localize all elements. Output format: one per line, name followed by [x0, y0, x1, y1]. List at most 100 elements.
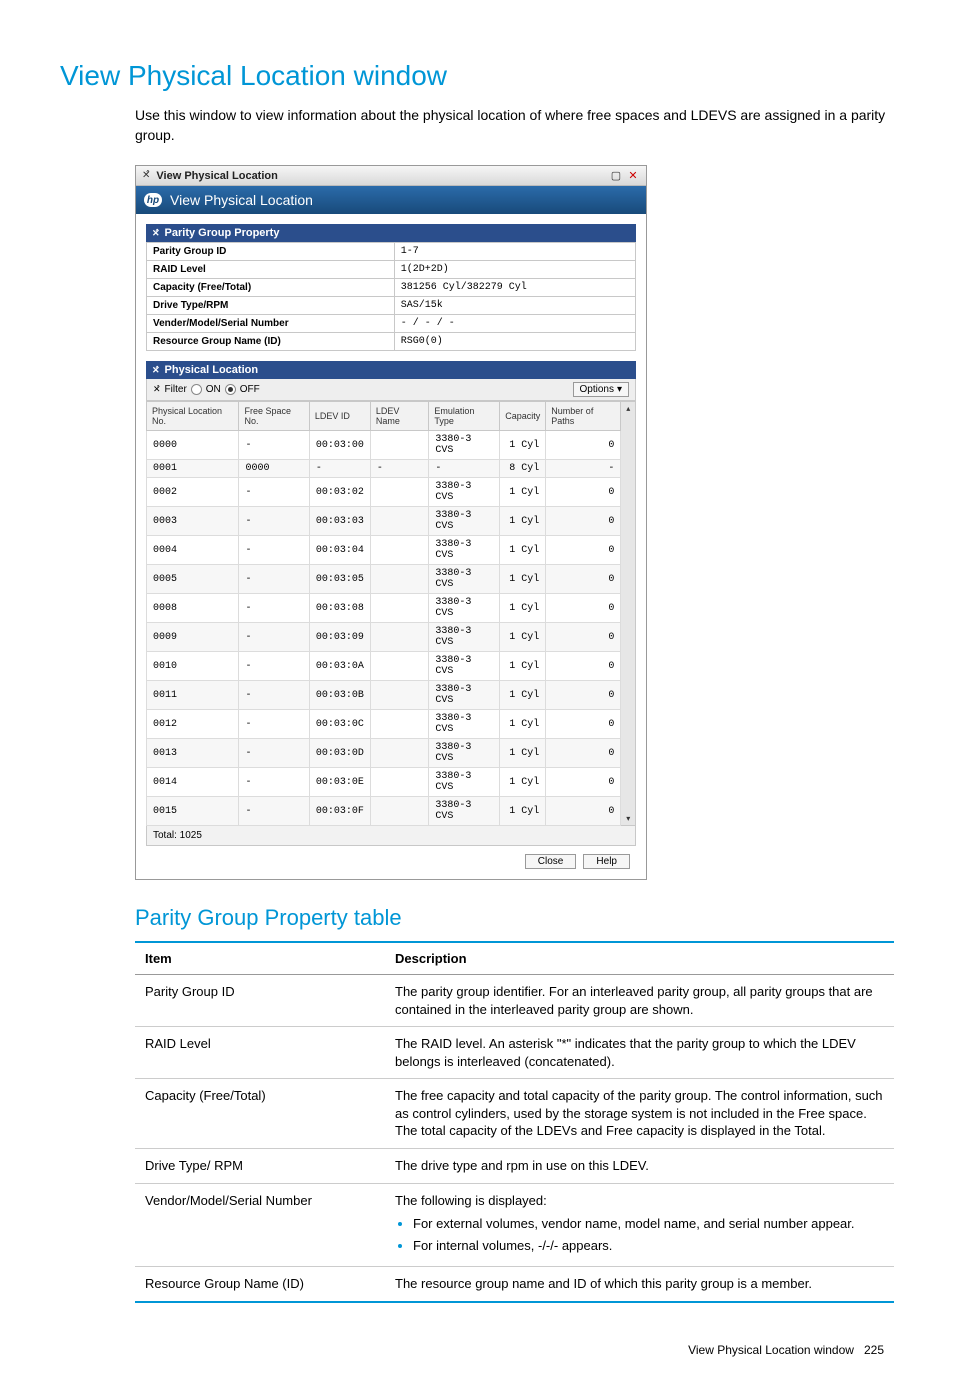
- cell-paths: 0: [546, 623, 621, 652]
- window-banner: hp View Physical Location: [136, 186, 646, 214]
- col-cap[interactable]: Capacity: [500, 402, 546, 431]
- page-footer: View Physical Location window 225: [60, 1343, 894, 1357]
- kv-row: Drive Type/RPMSAS/15k: [147, 297, 636, 315]
- cell-paths: 0: [546, 565, 621, 594]
- cell-cap: 1 Cyl: [500, 681, 546, 710]
- collapse-icon[interactable]: ✕̂: [153, 384, 161, 395]
- cell-paths: 0: [546, 797, 621, 826]
- cell-cap: 1 Cyl: [500, 507, 546, 536]
- cell-paths: 0: [546, 478, 621, 507]
- desc-item: Vendor/Model/Serial Number: [135, 1183, 385, 1267]
- cell-phys: 0004: [147, 536, 239, 565]
- desc-text: The RAID level. An asterisk "*" indicate…: [385, 1027, 894, 1079]
- cell-paths: 0: [546, 710, 621, 739]
- close-icon[interactable]: ✕: [626, 169, 640, 182]
- col-ldev[interactable]: LDEV ID: [309, 402, 370, 431]
- col-paths[interactable]: Number of Paths: [546, 402, 621, 431]
- cell-ldev: 00:03:03: [309, 507, 370, 536]
- kv-value: 381256 Cyl/382279 Cyl: [394, 279, 635, 297]
- kv-value: 1(2D+2D): [394, 261, 635, 279]
- col-description: Description: [385, 942, 894, 975]
- kv-row: Parity Group ID1-7: [147, 243, 636, 261]
- filter-bar: ✕̂ Filter ON OFF Options ▾: [146, 379, 636, 401]
- cell-phys: 0013: [147, 739, 239, 768]
- table-row[interactable]: 0003-00:03:033380-3 CVS1 Cyl0: [147, 507, 621, 536]
- collapse-icon[interactable]: ✕̂: [142, 170, 150, 181]
- cell-cap: 1 Cyl: [500, 536, 546, 565]
- desc-row: RAID LevelThe RAID level. An asterisk "*…: [135, 1027, 894, 1079]
- vertical-scrollbar[interactable]: ▴ ▾: [621, 401, 636, 826]
- cell-cap: 1 Cyl: [500, 739, 546, 768]
- table-row[interactable]: 00010000---8 Cyl-: [147, 460, 621, 478]
- collapse-icon: ✕̂: [152, 365, 160, 376]
- cell-lname: [370, 565, 429, 594]
- cell-lname: -: [370, 460, 429, 478]
- cell-emul: 3380-3 CVS: [429, 710, 500, 739]
- scroll-up-icon[interactable]: ▴: [626, 402, 630, 415]
- cell-free: -: [239, 478, 309, 507]
- banner-text: View Physical Location: [170, 192, 313, 208]
- off-label: OFF: [240, 384, 260, 395]
- desc-text: The resource group name and ID of which …: [385, 1267, 894, 1302]
- physical-location-section-head[interactable]: ✕̂ Physical Location: [146, 361, 636, 379]
- col-free[interactable]: Free Space No.: [239, 402, 309, 431]
- cell-phys: 0012: [147, 710, 239, 739]
- cell-cap: 1 Cyl: [500, 652, 546, 681]
- cell-lname: [370, 797, 429, 826]
- physical-location-grid: Physical Location No. Free Space No. LDE…: [146, 401, 621, 826]
- subheading: Parity Group Property table: [135, 905, 894, 931]
- cell-phys: 0000: [147, 431, 239, 460]
- cell-emul: 3380-3 CVS: [429, 652, 500, 681]
- table-row[interactable]: 0011-00:03:0B3380-3 CVS1 Cyl0: [147, 681, 621, 710]
- table-row[interactable]: 0012-00:03:0C3380-3 CVS1 Cyl0: [147, 710, 621, 739]
- filter-on-radio[interactable]: [191, 384, 202, 395]
- table-row[interactable]: 0005-00:03:053380-3 CVS1 Cyl0: [147, 565, 621, 594]
- kv-value: RSG0(0): [394, 333, 635, 351]
- cell-lname: [370, 681, 429, 710]
- table-row[interactable]: 0004-00:03:043380-3 CVS1 Cyl0: [147, 536, 621, 565]
- table-row[interactable]: 0002-00:03:023380-3 CVS1 Cyl0: [147, 478, 621, 507]
- parity-group-section-head[interactable]: ✕̂ Parity Group Property: [146, 224, 636, 242]
- collapse-icon: ✕̂: [152, 228, 160, 239]
- cell-free: -: [239, 710, 309, 739]
- cell-lname: [370, 623, 429, 652]
- scroll-down-icon[interactable]: ▾: [626, 812, 630, 825]
- view-physical-location-window: ✕̂ View Physical Location ▢ ✕ hp View Ph…: [135, 165, 647, 880]
- options-button[interactable]: Options ▾: [573, 382, 630, 397]
- cell-free: -: [239, 431, 309, 460]
- cell-phys: 0008: [147, 594, 239, 623]
- cell-free: -: [239, 536, 309, 565]
- cell-free: -: [239, 739, 309, 768]
- cell-ldev: 00:03:00: [309, 431, 370, 460]
- help-button[interactable]: Help: [583, 854, 630, 869]
- kv-key: Parity Group ID: [147, 243, 395, 261]
- kv-value: 1-7: [394, 243, 635, 261]
- cell-phys: 0009: [147, 623, 239, 652]
- cell-emul: 3380-3 CVS: [429, 478, 500, 507]
- cell-phys: 0005: [147, 565, 239, 594]
- col-emul[interactable]: Emulation Type: [429, 402, 500, 431]
- cell-ldev: 00:03:08: [309, 594, 370, 623]
- cell-lname: [370, 431, 429, 460]
- close-button[interactable]: Close: [525, 854, 577, 869]
- cell-ldev: -: [309, 460, 370, 478]
- cell-paths: 0: [546, 739, 621, 768]
- table-row[interactable]: 0015-00:03:0F3380-3 CVS1 Cyl0: [147, 797, 621, 826]
- table-row[interactable]: 0014-00:03:0E3380-3 CVS1 Cyl0: [147, 768, 621, 797]
- kv-key: Drive Type/RPM: [147, 297, 395, 315]
- table-row[interactable]: 0009-00:03:093380-3 CVS1 Cyl0: [147, 623, 621, 652]
- table-row[interactable]: 0008-00:03:083380-3 CVS1 Cyl0: [147, 594, 621, 623]
- col-lname[interactable]: LDEV Name: [370, 402, 429, 431]
- cell-paths: 0: [546, 652, 621, 681]
- cell-cap: 1 Cyl: [500, 594, 546, 623]
- maximize-icon[interactable]: ▢: [609, 169, 623, 182]
- window-title-text: View Physical Location: [156, 170, 609, 182]
- cell-free: -: [239, 623, 309, 652]
- col-phys[interactable]: Physical Location No.: [147, 402, 239, 431]
- table-row[interactable]: 0010-00:03:0A3380-3 CVS1 Cyl0: [147, 652, 621, 681]
- filter-off-radio[interactable]: [225, 384, 236, 395]
- table-row[interactable]: 0013-00:03:0D3380-3 CVS1 Cyl0: [147, 739, 621, 768]
- cell-lname: [370, 507, 429, 536]
- kv-key: RAID Level: [147, 261, 395, 279]
- table-row[interactable]: 0000-00:03:003380-3 CVS1 Cyl0: [147, 431, 621, 460]
